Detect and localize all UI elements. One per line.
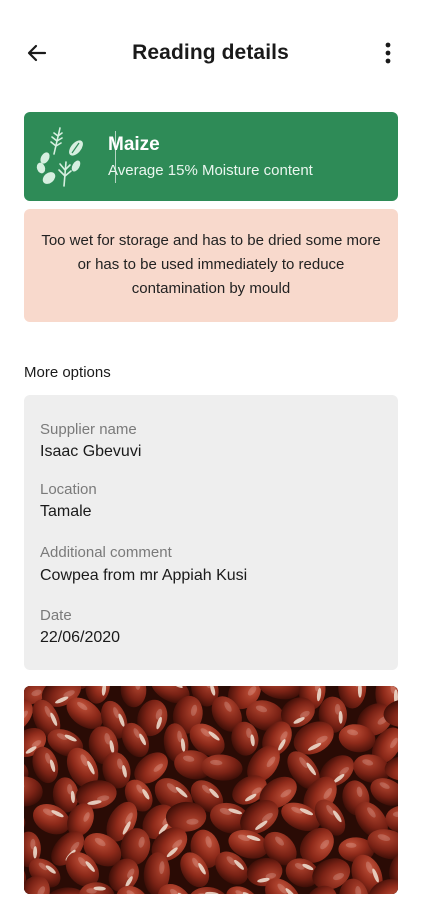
sample-photo (24, 686, 398, 894)
page-title: Reading details (132, 41, 289, 64)
crop-name: Maize (108, 134, 160, 155)
moisture-summary: Average 15% Moisture content (108, 162, 313, 179)
more-options-label: More options (24, 364, 111, 381)
location-label: Location (40, 481, 97, 498)
supplier-value: Isaac Gbevuvi (40, 443, 142, 460)
details-card: Supplier name Isaac Gbevuvi Location Tam… (24, 395, 398, 670)
grains-icon (36, 127, 83, 187)
date-value: 22/06/2020 (40, 629, 121, 646)
crop-banner: Maize Average 15% Moisture content (24, 112, 398, 201)
app-header: Reading details (0, 0, 421, 104)
location-value: Tamale (40, 503, 92, 520)
more-vertical-icon (385, 42, 391, 64)
red-beans-photo (24, 686, 398, 894)
supplier-label: Supplier name (40, 421, 137, 438)
more-menu-button[interactable] (373, 38, 403, 68)
comment-label: Additional comment (40, 544, 172, 561)
storage-warning: Too wet for storage and has to be dried … (24, 209, 398, 322)
date-label: Date (40, 607, 72, 624)
comment-value: Cowpea from mr Appiah Kusi (40, 567, 248, 584)
